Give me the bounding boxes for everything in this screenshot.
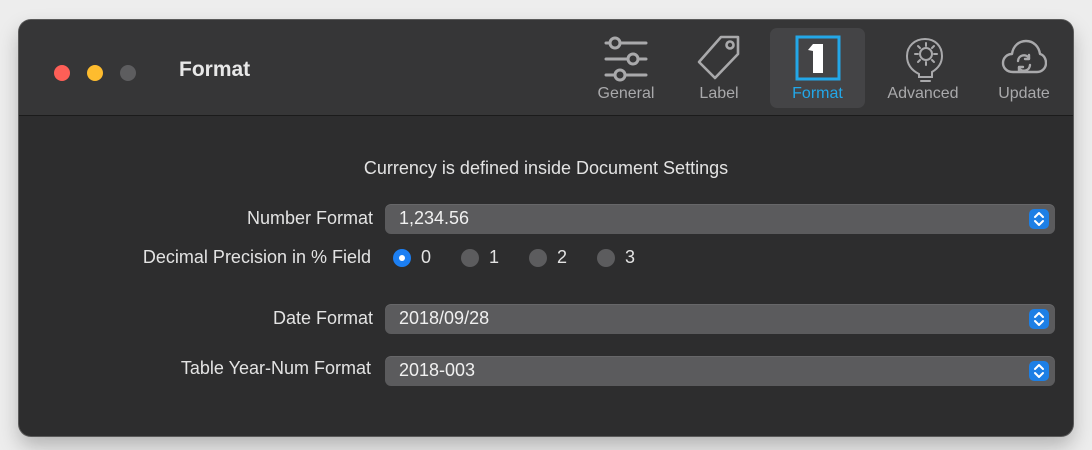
zoom-window-button[interactable] — [120, 65, 136, 81]
decimal-precision-option-2-label: 2 — [557, 247, 568, 267]
cloud-sync-icon — [1001, 39, 1047, 74]
number-one-box-icon — [795, 35, 840, 81]
year-num-format-value: 2018-003 — [399, 360, 476, 380]
tab-advanced-label: Advanced — [887, 85, 959, 102]
tab-general[interactable]: General — [585, 28, 667, 108]
decimal-precision-option-1-label: 1 — [489, 247, 500, 267]
decimal-precision-radio-2[interactable] — [529, 249, 547, 267]
window-title: Format — [179, 58, 251, 81]
decimal-precision-label: Decimal Precision in % Field — [142, 247, 371, 267]
tab-update[interactable]: Update — [985, 28, 1063, 108]
updown-chevron-icon — [1029, 209, 1049, 229]
preferences-window: Format General Label Format Advanced Upd… — [19, 20, 1073, 436]
date-format-popup[interactable]: 2018/09/28 — [385, 304, 1055, 334]
year-num-format-label: Table Year-Num Format — [180, 358, 371, 378]
tag-icon — [697, 35, 740, 80]
minimize-window-button[interactable] — [87, 65, 103, 81]
tab-advanced[interactable]: Advanced — [873, 28, 973, 108]
decimal-precision-radio-3[interactable] — [597, 249, 615, 267]
date-format-value: 2018/09/28 — [399, 308, 490, 328]
close-window-button[interactable] — [54, 65, 70, 81]
tab-label[interactable]: Label — [681, 28, 757, 108]
gear-lightbulb-icon — [905, 37, 944, 82]
updown-chevron-icon — [1029, 361, 1049, 381]
year-num-format-popup[interactable]: 2018-003 — [385, 356, 1055, 386]
decimal-precision-option-0-label: 0 — [421, 247, 432, 267]
updown-chevron-icon — [1029, 309, 1049, 329]
date-format-label: Date Format — [272, 308, 373, 328]
number-format-popup[interactable]: 1,234.56 — [385, 204, 1055, 234]
tab-general-label: General — [597, 85, 655, 102]
number-format-value: 1,234.56 — [399, 208, 470, 228]
tab-format-label: Format — [792, 85, 843, 102]
tab-update-label: Update — [998, 85, 1050, 102]
decimal-precision-radio-0[interactable] — [393, 249, 411, 267]
decimal-precision-option-3-label: 3 — [625, 247, 636, 267]
decimal-precision-radio-1[interactable] — [461, 249, 479, 267]
sliders-icon — [604, 36, 648, 82]
tab-format[interactable]: Format — [770, 28, 865, 108]
tab-label-label: Label — [699, 85, 739, 102]
title-bar: Format General Label Format Advanced Upd… — [19, 20, 1073, 116]
number-format-label: Number Format — [246, 208, 373, 228]
format-settings-panel: Currency is defined inside Document Sett… — [19, 116, 1073, 436]
currency-notice: Currency is defined inside Document Sett… — [363, 158, 729, 178]
